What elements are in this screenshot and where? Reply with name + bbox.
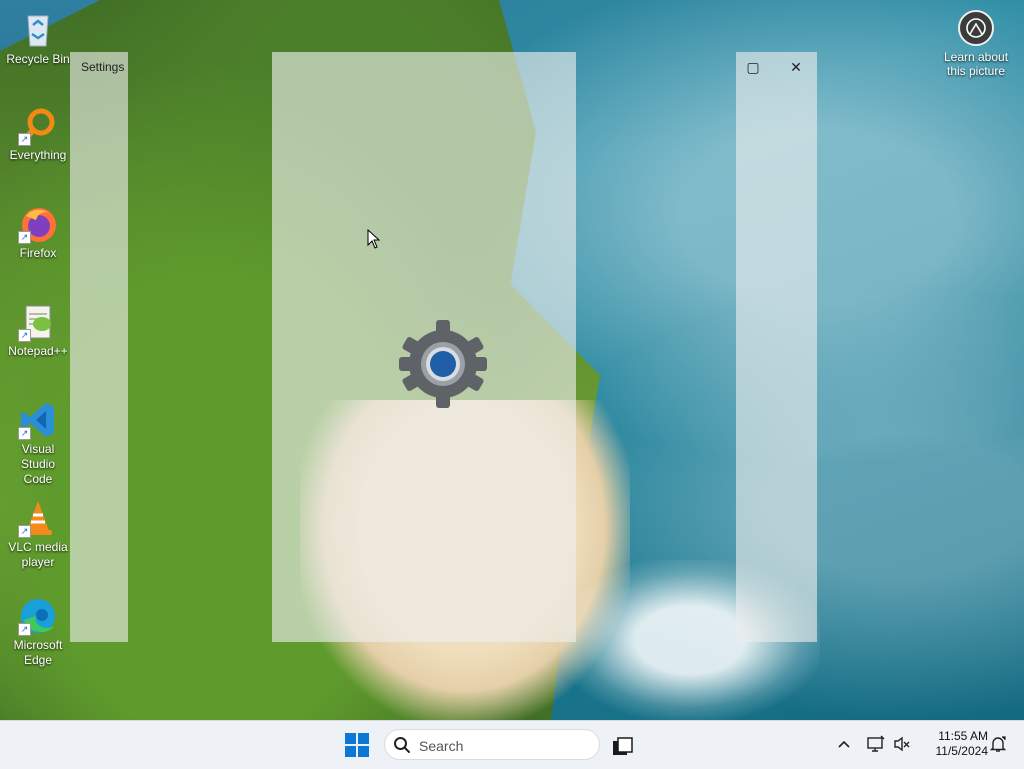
gear-icon xyxy=(397,318,489,410)
spotlight-icon xyxy=(958,10,994,46)
learn-about-picture-label: Learn about this picture xyxy=(943,50,1009,78)
chevron-up-icon xyxy=(838,740,850,748)
notification-bell-icon xyxy=(989,736,1007,752)
close-icon: ✕ xyxy=(790,59,802,75)
network-icon xyxy=(867,735,885,752)
taskbar-clock[interactable]: 11:55 AM 11/5/2024 xyxy=(918,729,989,759)
maximize-button[interactable]: ▢ xyxy=(744,58,762,76)
task-view-button[interactable] xyxy=(612,737,634,757)
desktop-icon-label: Visual Studio Code xyxy=(20,442,56,486)
settings-window-right-pane[interactable] xyxy=(736,52,817,642)
vscode-icon: ↗ xyxy=(18,400,58,440)
edge-icon: ↗ xyxy=(18,596,58,636)
desktop-icon-vscode[interactable]: ↗ Visual Studio Code xyxy=(6,400,70,487)
window-title: Settings xyxy=(81,60,125,74)
notepad-plus-plus-icon: ↗ xyxy=(18,302,58,342)
desktop-icon-recycle-bin[interactable]: Recycle Bin xyxy=(6,10,70,67)
desktop-icon-label: Firefox xyxy=(19,246,57,260)
desktop-icon-label: Notepad++ xyxy=(8,344,68,358)
learn-about-picture[interactable]: Learn about this picture xyxy=(936,10,1016,78)
show-hidden-icons-button[interactable] xyxy=(834,735,854,755)
desktop-icon-vlc[interactable]: ↗ VLC media player xyxy=(6,498,70,570)
taskbar-search-box[interactable]: Search xyxy=(384,729,600,760)
volume-button[interactable] xyxy=(892,735,912,755)
desktop-icon-label: Microsoft Edge xyxy=(13,638,63,667)
taskbar: Search 11:55 AM 11/5/2024 xyxy=(0,720,1024,769)
maximize-icon: ▢ xyxy=(746,59,760,75)
recycle-bin-icon xyxy=(18,10,58,50)
task-view-icon xyxy=(613,737,633,755)
desktop-icon-firefox[interactable]: ↗ Firefox xyxy=(6,204,70,261)
search-icon xyxy=(394,737,410,753)
clock-date: 11/5/2024 xyxy=(935,744,989,758)
desktop-icon-everything[interactable]: ↗ Everything xyxy=(6,106,70,163)
notifications-button[interactable] xyxy=(988,735,1008,755)
desktop-icon-label: Recycle Bin xyxy=(6,52,70,66)
search-placeholder: Search xyxy=(419,738,464,754)
volume-muted-icon xyxy=(894,736,910,752)
desktop-icon-label: Everything xyxy=(9,148,67,162)
start-button[interactable] xyxy=(344,732,370,758)
settings-window-left-pane[interactable] xyxy=(70,52,128,642)
desktop-icon-label: VLC media player xyxy=(8,540,68,569)
clock-time: 11:55 AM xyxy=(938,729,988,743)
close-button[interactable]: ✕ xyxy=(787,58,805,76)
mouse-cursor-icon xyxy=(367,228,381,249)
desktop-icon-edge[interactable]: ↗ Microsoft Edge xyxy=(6,596,70,668)
shortcut-arrow-icon: ↗ xyxy=(18,427,31,440)
firefox-icon: ↗ xyxy=(18,204,58,244)
shortcut-arrow-icon: ↗ xyxy=(18,329,31,342)
shortcut-arrow-icon: ↗ xyxy=(18,525,31,538)
vlc-icon: ↗ xyxy=(18,498,58,538)
windows-logo-icon xyxy=(345,733,369,757)
desktop-icon-notepadpp[interactable]: ↗ Notepad++ xyxy=(6,302,70,359)
shortcut-arrow-icon: ↗ xyxy=(18,231,31,244)
everything-search-icon: ↗ xyxy=(18,106,58,146)
shortcut-arrow-icon: ↗ xyxy=(18,133,31,146)
network-button[interactable] xyxy=(866,735,886,755)
shortcut-arrow-icon: ↗ xyxy=(18,623,31,636)
